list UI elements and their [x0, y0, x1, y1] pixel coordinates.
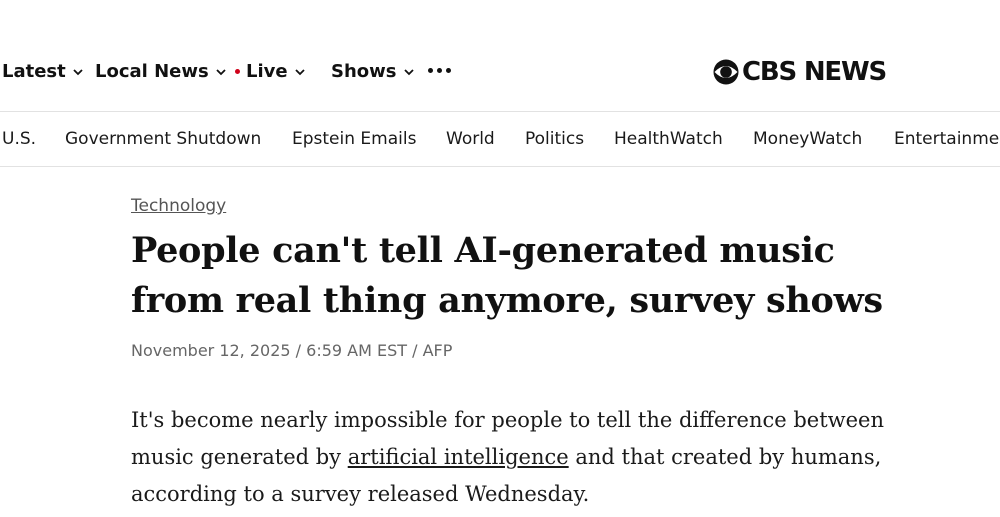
ellipsis-dot: [437, 68, 442, 73]
cbs-eye-icon: [713, 59, 739, 85]
section-navigation: U.S. Government Shutdown Epstein Emails …: [0, 112, 1000, 166]
section-us[interactable]: U.S.: [2, 129, 36, 149]
section-entertainment[interactable]: Entertainment: [894, 129, 1000, 149]
section-nav-divider: [0, 166, 1000, 167]
nav-latest[interactable]: Latest: [2, 61, 84, 82]
top-navigation: Latest Local News Live Shows CBS NEWS: [0, 0, 1000, 112]
article-category-link[interactable]: Technology: [131, 196, 226, 216]
section-moneywatch[interactable]: MoneyWatch: [753, 129, 862, 149]
chevron-down-icon: [216, 68, 226, 75]
nav-live[interactable]: Live: [235, 61, 306, 82]
article-body-paragraph: It's become nearly impossible for people…: [131, 402, 931, 513]
artificial-intelligence-link[interactable]: artificial intelligence: [348, 445, 569, 469]
ellipsis-dot: [446, 68, 451, 73]
live-indicator-dot: [235, 69, 240, 74]
chevron-down-icon: [403, 68, 414, 75]
more-menu-button[interactable]: [428, 68, 451, 73]
cbs-news-logo[interactable]: CBS NEWS: [712, 57, 887, 87]
section-healthwatch[interactable]: HealthWatch: [614, 129, 723, 149]
article-byline: November 12, 2025 / 6:59 AM EST / AFP: [131, 341, 453, 360]
section-world[interactable]: World: [446, 129, 495, 149]
nav-shows-label: Shows: [331, 61, 397, 82]
nav-local-news[interactable]: Local News: [95, 61, 227, 82]
section-politics[interactable]: Politics: [525, 129, 584, 149]
section-epstein-emails[interactable]: Epstein Emails: [292, 129, 416, 149]
chevron-down-icon: [294, 68, 305, 75]
chevron-down-icon: [73, 68, 83, 75]
section-government-shutdown[interactable]: Government Shutdown: [65, 129, 261, 149]
logo-text: CBS NEWS: [742, 57, 887, 87]
nav-live-label: Live: [246, 61, 288, 82]
nav-local-news-label: Local News: [95, 61, 209, 82]
article-headline: People can't tell AI-generated music fro…: [131, 230, 883, 321]
nav-shows[interactable]: Shows: [331, 61, 415, 82]
nav-latest-label: Latest: [2, 61, 66, 82]
ellipsis-icon: [428, 68, 433, 73]
